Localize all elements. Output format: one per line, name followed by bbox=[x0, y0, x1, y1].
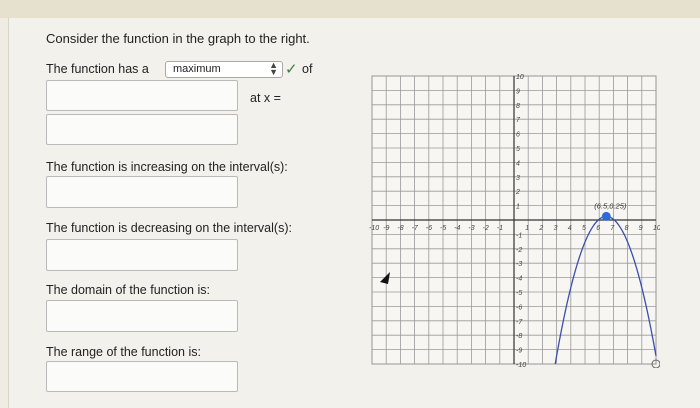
decreasing-label: The function is decreasing on the interv… bbox=[46, 221, 292, 235]
x-tick-label: 8 bbox=[625, 225, 629, 232]
vertex-label: (6.5,0.25) bbox=[594, 201, 627, 210]
x-tick-label: 6 bbox=[596, 225, 600, 232]
range-label: The range of the function is: bbox=[46, 345, 201, 359]
y-tick-label: 1 bbox=[516, 204, 520, 211]
x-tick-label: 9 bbox=[639, 225, 643, 232]
extremum-select[interactable]: maximum ▲ ▼ bbox=[165, 61, 283, 78]
extremum-value-input[interactable] bbox=[46, 80, 238, 111]
y-tick-label: 6 bbox=[516, 132, 520, 139]
of-label: of bbox=[302, 62, 313, 76]
x-tick-label: -9 bbox=[383, 225, 389, 232]
domain-input[interactable] bbox=[46, 300, 238, 332]
range-input[interactable] bbox=[46, 361, 238, 392]
y-tick-label: -5 bbox=[516, 290, 522, 297]
x-tick-label: 10 bbox=[653, 225, 660, 232]
x-tick-label: 3 bbox=[554, 225, 558, 232]
select-arrows-icon: ▲ ▼ bbox=[269, 60, 278, 77]
y-tick-label: 9 bbox=[516, 88, 520, 95]
x-tick-label: 1 bbox=[525, 225, 529, 232]
y-tick-label: -2 bbox=[516, 247, 522, 254]
x-tick-label: -3 bbox=[468, 225, 474, 232]
y-tick-label: -8 bbox=[516, 333, 522, 340]
y-tick-label: 2 bbox=[515, 189, 520, 196]
y-tick-label: 5 bbox=[516, 146, 520, 153]
extremum-select-value: maximum bbox=[173, 63, 221, 75]
y-tick-label: -10 bbox=[516, 362, 526, 368]
x-tick-label: -8 bbox=[397, 225, 403, 232]
y-tick-label: 10 bbox=[516, 74, 524, 81]
y-tick-label: -4 bbox=[516, 276, 522, 283]
x-tick-label: -5 bbox=[440, 225, 446, 232]
function-graph[interactable]: -10-9-8-7-6-5-4-3-2-11234567891010987654… bbox=[368, 72, 661, 369]
x-tick-label: -1 bbox=[497, 225, 503, 232]
y-tick-label: 4 bbox=[516, 160, 520, 167]
graph-svg[interactable]: -10-9-8-7-6-5-4-3-2-11234567891010987654… bbox=[368, 72, 661, 369]
at-x-label: at x = bbox=[250, 91, 281, 105]
x-tick-label: -2 bbox=[483, 225, 489, 232]
domain-label: The domain of the function is: bbox=[46, 283, 210, 297]
vertex-point bbox=[601, 211, 611, 221]
question-prompt: Consider the function in the graph to th… bbox=[46, 31, 310, 46]
has-a-label: The function has a bbox=[46, 62, 149, 76]
y-tick-label: -9 bbox=[516, 348, 522, 355]
correct-check-icon: ✓ bbox=[285, 61, 298, 78]
x-tick-label: 5 bbox=[582, 225, 586, 232]
x-tick-label: -7 bbox=[412, 225, 419, 232]
y-tick-label: 3 bbox=[516, 175, 520, 182]
y-tick-label: 8 bbox=[516, 103, 520, 110]
x-tick-label: 2 bbox=[538, 225, 543, 232]
x-tick-label: 4 bbox=[568, 225, 572, 232]
x-tick-label: -4 bbox=[454, 225, 460, 232]
y-tick-label: -7 bbox=[516, 319, 523, 326]
y-tick-label: -3 bbox=[516, 261, 522, 268]
x-tick-label: -6 bbox=[426, 225, 432, 232]
decreasing-interval-input[interactable] bbox=[46, 239, 238, 271]
top-bar bbox=[0, 0, 700, 18]
increasing-label: The function is increasing on the interv… bbox=[46, 160, 288, 174]
increasing-interval-input[interactable] bbox=[46, 176, 238, 208]
at-x-input[interactable] bbox=[46, 114, 238, 145]
x-tick-label: -10 bbox=[369, 225, 379, 232]
y-tick-label: -6 bbox=[516, 304, 522, 311]
y-tick-label: -1 bbox=[516, 232, 522, 239]
